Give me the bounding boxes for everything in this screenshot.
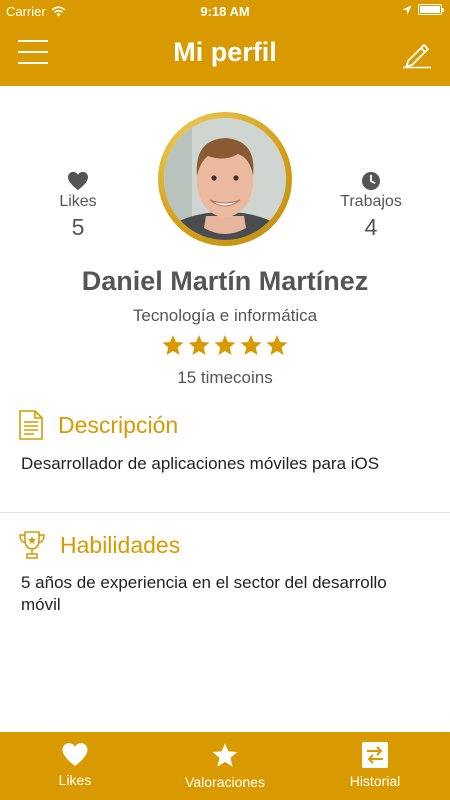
likes-stat: Likes 5 <box>33 171 123 241</box>
skills-text: 5 años de experiencia en el sector del d… <box>21 573 387 614</box>
skills-title: Habilidades <box>60 531 181 558</box>
status-bar: Carrier 9:18 AM <box>0 0 450 22</box>
timecoins-balance: 15 timecoins <box>177 368 273 387</box>
star-icon <box>188 335 210 355</box>
jobs-label: Trabajos <box>340 193 402 210</box>
avatar <box>164 118 286 240</box>
star-icon <box>266 335 288 355</box>
avatar-ring <box>158 112 292 246</box>
section-divider <box>0 512 450 513</box>
tab-historial[interactable]: Historial <box>300 732 450 800</box>
description-title: Descripción <box>58 411 179 438</box>
trophy-icon <box>19 531 45 559</box>
skills-header: Habilidades <box>18 530 180 560</box>
likes-count: 5 <box>71 214 85 240</box>
tab-valoraciones[interactable]: Valoraciones <box>150 732 300 800</box>
star-icon <box>214 335 236 355</box>
star-icon <box>212 743 238 767</box>
status-time: 9:18 AM <box>200 4 250 19</box>
profile-category: Tecnología e informática <box>132 306 318 325</box>
tab-label: Likes <box>58 772 92 788</box>
heart-icon <box>62 743 88 766</box>
rating-stars <box>0 334 450 357</box>
jobs-count: 4 <box>364 214 378 240</box>
star-icon <box>162 335 184 355</box>
battery-icon <box>418 4 444 15</box>
page-title: Mi perfil <box>173 37 277 67</box>
edit-icon <box>403 44 431 69</box>
likes-label: Likes <box>59 193 97 210</box>
avatar-photo <box>164 118 286 240</box>
tab-label: Valoraciones <box>185 774 265 790</box>
star-icon <box>240 335 262 355</box>
nav-bar: Mi perfil <box>0 22 450 86</box>
swap-icon <box>362 742 388 768</box>
location-arrow-icon <box>402 5 412 14</box>
document-icon <box>19 410 43 440</box>
status-right <box>402 4 444 15</box>
description-text: Desarrollador de aplicaciones móviles pa… <box>21 454 380 473</box>
heart-icon <box>68 171 88 191</box>
tab-label: Historial <box>349 773 401 789</box>
profile-name: Daniel Martín Martínez <box>81 266 369 296</box>
description-header: Descripción <box>18 410 178 440</box>
edit-button[interactable] <box>400 36 434 70</box>
tab-likes[interactable]: Likes <box>0 732 150 800</box>
tab-bar: Likes Valoraciones Historial <box>0 732 450 800</box>
jobs-stat: Trabajos 4 <box>326 171 416 241</box>
clock-icon <box>362 172 380 190</box>
